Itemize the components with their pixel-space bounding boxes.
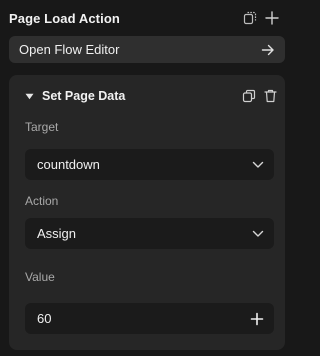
value-text: 60 xyxy=(37,311,52,326)
card-actions xyxy=(242,89,277,103)
duplicate-icon[interactable] xyxy=(243,11,257,25)
target-label: Target xyxy=(25,120,59,134)
header-actions xyxy=(243,11,279,25)
target-select[interactable]: countdown xyxy=(25,149,274,180)
target-value: countdown xyxy=(37,157,100,172)
add-value-plus-icon[interactable] xyxy=(250,312,264,326)
action-value: Assign xyxy=(37,226,77,241)
action-select[interactable]: Assign xyxy=(25,218,274,249)
card-title: Set Page Data xyxy=(42,89,126,103)
copy-icon[interactable] xyxy=(242,89,256,103)
panel-header: Page Load Action xyxy=(9,8,280,28)
chevron-down-icon xyxy=(252,161,264,169)
plus-icon[interactable] xyxy=(265,11,279,25)
set-page-data-card: Set Page Data Target countdown Action As… xyxy=(9,75,285,350)
panel-title: Page Load Action xyxy=(9,10,120,26)
action-label: Action xyxy=(25,194,59,208)
card-title-toggle[interactable]: Set Page Data xyxy=(25,89,125,103)
caret-down-icon[interactable] xyxy=(25,93,34,100)
chevron-down-icon xyxy=(252,230,264,238)
open-flow-editor-button[interactable]: Open Flow Editor xyxy=(9,36,285,63)
value-label: Value xyxy=(25,270,55,284)
open-flow-editor-label: Open Flow Editor xyxy=(19,42,120,57)
arrow-right-icon xyxy=(261,44,275,56)
trash-icon[interactable] xyxy=(264,89,277,103)
card-header: Set Page Data xyxy=(9,85,285,107)
value-input[interactable]: 60 xyxy=(25,303,274,334)
